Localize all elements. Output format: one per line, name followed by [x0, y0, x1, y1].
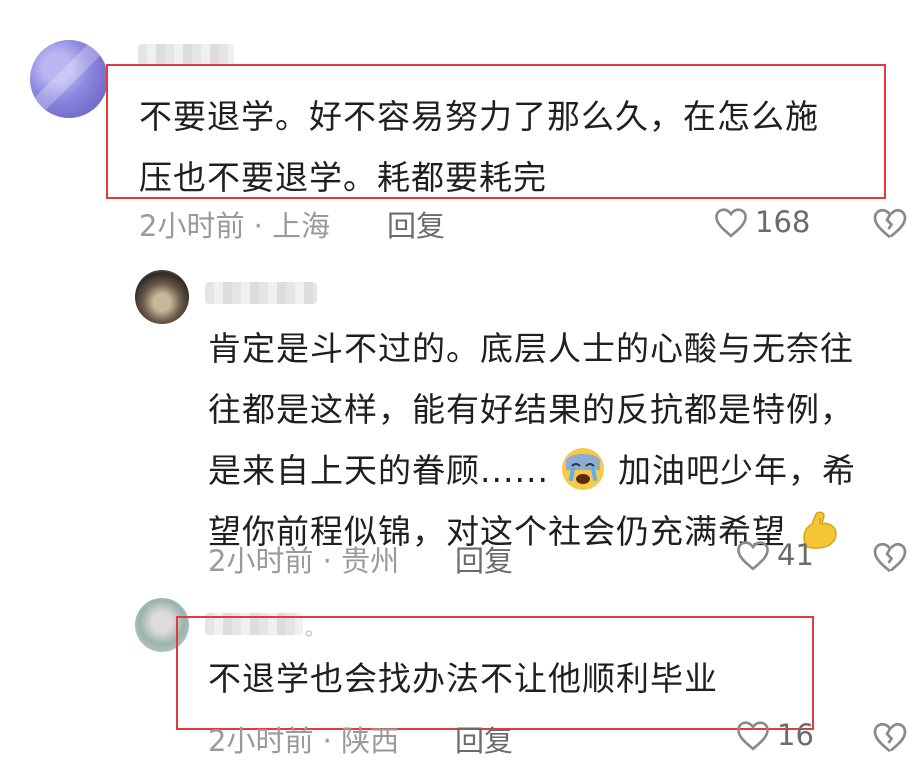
like-button[interactable]: 16 — [735, 718, 814, 752]
comment-meta: 2小时前 · 上海 — [139, 209, 331, 243]
comment-text: 肯定是斗不过的。底层人士的心酸与无奈往 往都是这样，能有好结果的反抗都是特例， … — [208, 318, 856, 562]
crying-face-icon — [562, 447, 605, 490]
like-count: 168 — [755, 205, 811, 239]
like-button[interactable]: 168 — [713, 205, 810, 239]
highlight-box — [106, 64, 886, 199]
heart-icon — [715, 208, 747, 238]
comment-line: 往都是这样，能有好结果的反抗都是特例， — [208, 390, 854, 429]
heart-icon — [737, 721, 769, 751]
avatar[interactable] — [135, 270, 189, 324]
highlight-box — [176, 616, 814, 730]
username-blurred[interactable] — [205, 282, 317, 304]
comment-line: 是来自上天的眷顾...... 加油吧少年，希 — [208, 440, 856, 501]
comment-meta: 2小时前 · 陕西 — [208, 724, 400, 758]
avatar[interactable] — [30, 40, 108, 118]
reply-button[interactable]: 回复 — [387, 203, 445, 245]
like-count: 16 — [777, 718, 814, 752]
dislike-broken-heart-icon[interactable] — [872, 206, 908, 240]
reply-button[interactable]: 回复 — [455, 718, 513, 760]
dislike-broken-heart-icon[interactable] — [872, 720, 908, 754]
comment-meta: 2小时前 · 贵州 — [208, 544, 400, 578]
comment-line: 肯定是斗不过的。底层人士的心酸与无奈往 — [208, 329, 854, 368]
reply-button[interactable]: 回复 — [455, 538, 513, 580]
dislike-broken-heart-icon[interactable] — [872, 540, 908, 574]
like-button[interactable]: 41 — [735, 538, 814, 572]
like-count: 41 — [777, 538, 814, 572]
username-blurred[interactable] — [138, 44, 234, 66]
heart-icon — [737, 541, 769, 571]
